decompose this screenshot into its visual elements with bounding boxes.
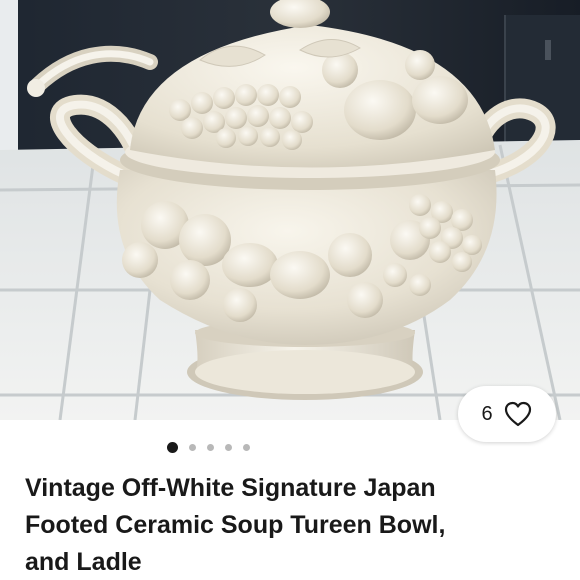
listing-title: Vintage Off-White Signature Japan Footed… xyxy=(25,470,565,580)
listing-title-line-1: Vintage Off-White Signature Japan xyxy=(25,474,436,502)
heart-outline-icon xyxy=(504,401,531,427)
like-count: 6 xyxy=(481,403,493,425)
gallery-dot-4[interactable] xyxy=(224,443,232,451)
listing-title-line-3: and Ladle xyxy=(25,548,142,576)
gallery-dot-5[interactable] xyxy=(242,443,250,451)
listing-title-line-2: Footed Ceramic Soup Tureen Bowl, xyxy=(25,511,446,539)
gallery-dot-1[interactable] xyxy=(166,441,178,453)
listing-page: 6 Vintage Off-White Signature Japan Foot… xyxy=(0,0,580,580)
like-button[interactable]: 6 xyxy=(458,386,556,442)
gallery-dot-3[interactable] xyxy=(206,443,214,451)
gallery-dot-2[interactable] xyxy=(188,443,196,451)
soup-tureen-photo-icon xyxy=(0,0,580,420)
listing-photo[interactable] xyxy=(0,0,580,420)
gallery-pagination xyxy=(0,440,498,454)
